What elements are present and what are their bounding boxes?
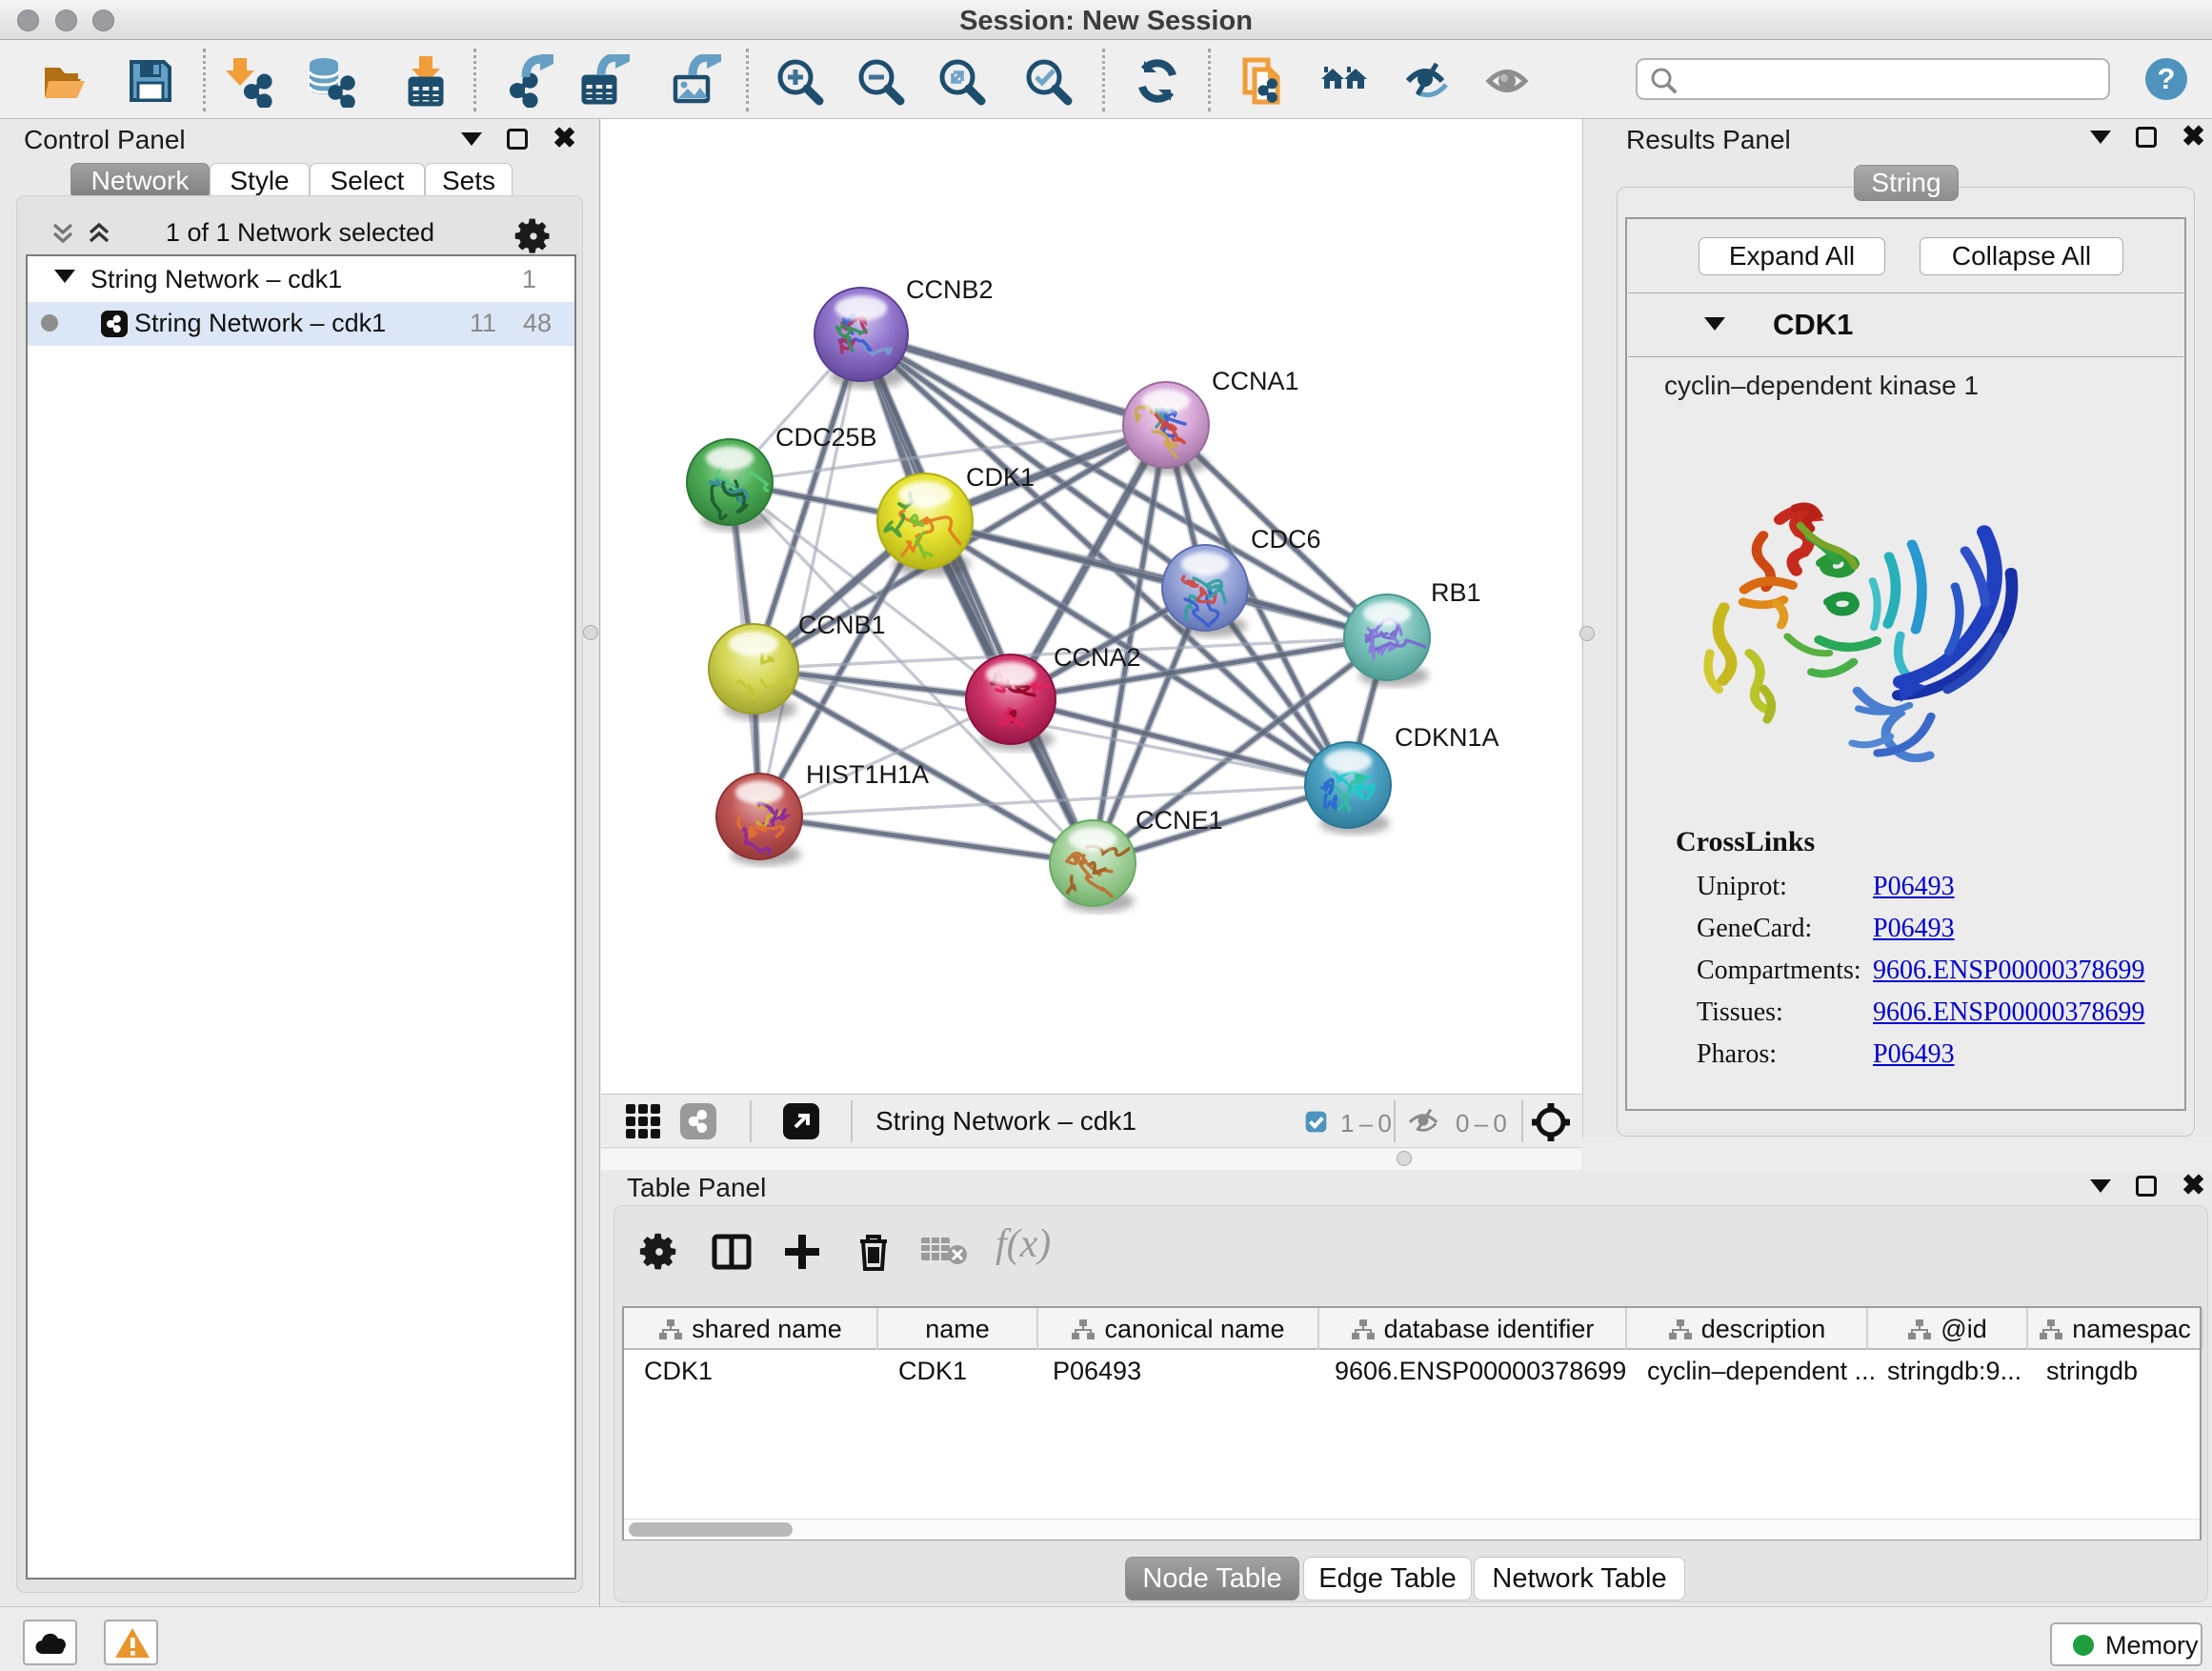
svg-text:CCNE1: CCNE1 (1136, 806, 1223, 835)
svg-text:CDK1: CDK1 (966, 463, 1035, 492)
svg-text:CDKN1A: CDKN1A (1395, 723, 1499, 752)
svg-text:CDC6: CDC6 (1251, 525, 1321, 554)
svg-text:CCNA2: CCNA2 (1054, 643, 1141, 672)
svg-text:CCNB2: CCNB2 (906, 275, 994, 304)
svg-text:RB1: RB1 (1431, 578, 1481, 607)
svg-text:CCNA1: CCNA1 (1212, 367, 1299, 395)
svg-text:CDC25B: CDC25B (775, 423, 877, 452)
svg-text:HIST1H1A: HIST1H1A (806, 760, 929, 789)
svg-text:CCNB1: CCNB1 (798, 611, 886, 639)
